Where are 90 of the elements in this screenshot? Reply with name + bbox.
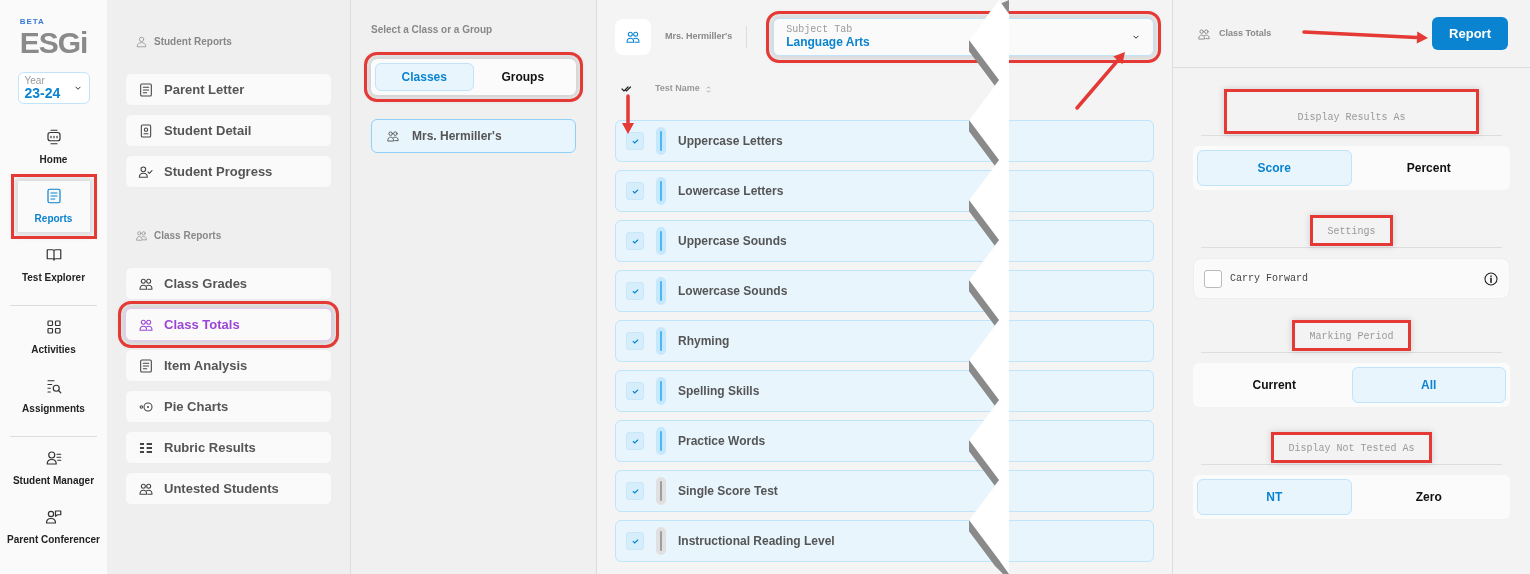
monitor-icon: [44, 128, 63, 147]
toggle-option[interactable]: NT: [1197, 479, 1352, 515]
nav-item[interactable]: Activities: [17, 312, 90, 364]
panel-title: Class Totals: [1219, 26, 1272, 40]
checkbox[interactable]: [626, 182, 644, 200]
toggle-option[interactable]: Classes: [375, 63, 474, 91]
report-item[interactable]: Item Analysis: [125, 349, 332, 382]
nav-item[interactable]: Home: [17, 122, 90, 174]
report-item[interactable]: Student Progress: [125, 155, 332, 188]
section-heading: Settings: [1313, 218, 1390, 243]
search-list-icon: [44, 377, 63, 396]
test-name: Single Score Test: [678, 483, 778, 500]
toggle-option[interactable]: Score: [1197, 150, 1352, 186]
report-item[interactable]: Untested Students: [125, 472, 332, 505]
checkbox[interactable]: [1204, 269, 1222, 288]
toggle-option[interactable]: Zero: [1351, 479, 1506, 515]
people-icon: [135, 229, 148, 242]
info-icon: [1483, 270, 1499, 287]
picker-heading: Select a Class or a Group: [371, 23, 494, 37]
section-heading: Class Reports: [154, 229, 222, 243]
person-chat-icon: [44, 508, 63, 527]
year-label: Year: [24, 75, 46, 86]
check-icon: [630, 186, 640, 196]
class-item[interactable]: Mrs. Hermiller's: [371, 119, 576, 153]
checkbox[interactable]: [626, 232, 644, 250]
toggle-option[interactable]: All: [1351, 367, 1506, 403]
document-icon: [138, 81, 154, 98]
beta-label: BETA: [19, 16, 45, 28]
report-item[interactable]: Student Detail: [125, 114, 332, 147]
test-name: Spelling Skills: [678, 383, 760, 400]
nav-item[interactable]: Parent Conferencer: [4, 502, 103, 554]
toggle-option[interactable]: Percent: [1351, 150, 1506, 186]
section-heading: Display Not Tested As: [1274, 435, 1429, 460]
person-trend-icon: [138, 163, 154, 180]
check-icon: [630, 486, 640, 496]
checkbox[interactable]: [626, 132, 644, 150]
people-icon: [1197, 26, 1211, 41]
person-icon: [135, 35, 148, 48]
section-heading: Student Reports: [154, 35, 232, 49]
report-item[interactable]: Pie Charts: [125, 390, 332, 423]
check-icon: [630, 386, 640, 396]
report-item[interactable]: Parent Letter: [125, 73, 332, 106]
report-button[interactable]: Report: [1432, 16, 1508, 51]
test-name: Lowercase Sounds: [678, 283, 788, 300]
people-icon: [625, 29, 641, 45]
section-heading: Marking Period: [1295, 323, 1408, 348]
check-icon: [630, 136, 640, 146]
annotation-arrow: [1075, 52, 1125, 110]
report-item[interactable]: Class Grades: [125, 267, 332, 300]
annotation-arrow: [622, 94, 634, 134]
nav-item[interactable]: Student Manager: [9, 443, 98, 495]
select-all-toggle[interactable]: [621, 83, 633, 95]
nav-item[interactable]: Test Explorer: [17, 240, 90, 292]
checkbox[interactable]: [626, 332, 644, 350]
checkbox[interactable]: [626, 432, 644, 450]
person-list-icon: [44, 449, 63, 468]
check-icon: [630, 286, 640, 296]
checkbox[interactable]: [626, 382, 644, 400]
subject-label: Subject Tab: [786, 24, 854, 36]
class-name: Mrs. Hermiller's: [665, 30, 733, 44]
nav-item[interactable]: Assignments: [17, 371, 90, 423]
check-icon: [630, 536, 640, 546]
test-name: Rhyming: [678, 333, 730, 350]
logo: ESGi: [19, 28, 88, 58]
checkbox[interactable]: [626, 482, 644, 500]
check-icon: [630, 336, 640, 346]
test-name: Lowercase Letters: [678, 183, 784, 200]
subject-value: Language Arts: [786, 35, 870, 50]
section-heading: Display Results As: [1227, 92, 1476, 131]
nav-item[interactable]: Reports: [17, 181, 90, 233]
checkbox-label: Carry Forward: [1230, 272, 1309, 286]
checkbox[interactable]: [626, 282, 644, 300]
check-icon: [630, 236, 640, 246]
toggle-option[interactable]: Current: [1197, 367, 1352, 403]
document-icon: [138, 357, 154, 374]
report-item[interactable]: Rubric Results: [125, 431, 332, 464]
checkbox[interactable]: [626, 532, 644, 550]
test-name: Uppercase Letters: [678, 133, 783, 150]
test-name: Instructional Reading Level: [678, 533, 835, 550]
year-value: 23-24: [24, 86, 61, 102]
document-icon: [44, 187, 63, 206]
grid-icon: [44, 318, 63, 337]
test-name: Uppercase Sounds: [678, 233, 787, 250]
class-icon-button[interactable]: [615, 19, 651, 55]
check-icon: [630, 436, 640, 446]
test-name: Practice Words: [678, 433, 766, 450]
year-dropdown[interactable]: Year 23-24: [17, 72, 90, 105]
toggle-option[interactable]: Groups: [473, 63, 572, 91]
people-icon: [386, 129, 400, 143]
id-card-icon: [138, 122, 154, 139]
